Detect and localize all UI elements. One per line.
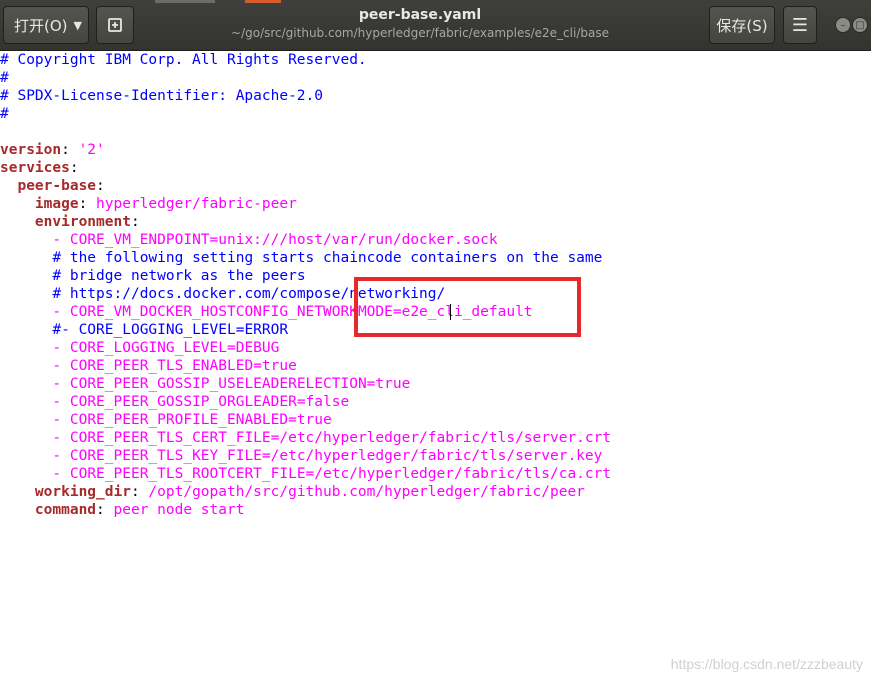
code-line: - CORE_VM_ENDPOINT=unix:///host/var/run/… [52, 232, 498, 248]
comment-text: # SPDX-License-Identifier: Apache-2.0 [0, 88, 324, 104]
yaml-list-item: CORE_PEER_PROFILE_ENABLED=true [69, 412, 332, 428]
code-line: - CORE_VM_DOCKER_HOSTCONFIG_NETWORKMODE=… [52, 304, 533, 320]
header-bar: 打开(O) ▼ peer-base.yaml ~/go/src/github.c… [0, 0, 871, 51]
comment-text: #- CORE_LOGGING_LEVEL=ERROR [52, 322, 289, 338]
code-line: # the following setting starts chaincode… [0, 249, 871, 267]
code-line: - CORE_PEER_GOSSIP_USELEADERELECTION=tru… [52, 376, 411, 392]
code-line: - CORE_PEER_PROFILE_ENABLED=true [52, 412, 332, 428]
yaml-list-item: CORE_PEER_TLS_ROOTCERT_FILE=/etc/hyperle… [69, 466, 612, 482]
yaml-list-item: CORE_PEER_TLS_KEY_FILE=/etc/hyperledger/… [69, 448, 603, 464]
code-line: - CORE_LOGGING_LEVEL=DEBUG [52, 340, 280, 356]
new-document-button[interactable] [96, 6, 134, 44]
yaml-key: peer-base [17, 178, 97, 194]
code-line: - CORE_PEER_GOSSIP_ORGLEADER=false [52, 394, 350, 410]
save-button[interactable]: 保存(S) [709, 6, 775, 44]
editor-text-area[interactable]: # Copyright IBM Corp. All Rights Reserve… [0, 51, 871, 519]
background-strip-accent [245, 0, 281, 3]
code-line: # [0, 105, 871, 123]
yaml-list-item: CORE_PEER_TLS_CERT_FILE=/etc/hyperledger… [69, 430, 612, 446]
yaml-list-item: CORE_VM_ENDPOINT=unix:///host/var/run/do… [69, 232, 498, 248]
code-line: - CORE_PEER_TLS_CERT_FILE=/etc/hyperledg… [52, 430, 612, 446]
code-line: version: '2' [0, 142, 105, 158]
yaml-list-item: CORE_PEER_GOSSIP_USELEADERELECTION=true [69, 376, 411, 392]
code-line: - CORE_PEER_TLS_ROOTCERT_FILE=/etc/hyper… [52, 466, 612, 482]
yaml-list-item: CORE_VM_DOCKER_HOSTCONFIG_NETWORKMODE=e2… [69, 304, 533, 320]
code-line: - CORE_PEER_TLS_ENABLED=true [52, 358, 297, 374]
hamburger-menu-icon: ☰ [791, 14, 809, 36]
comment-text: # the following setting starts chaincode… [52, 250, 603, 266]
yaml-value: /opt/gopath/src/github.com/hyperledger/f… [148, 484, 585, 500]
open-button[interactable]: 打开(O) ▼ [3, 6, 89, 44]
yaml-list-item: CORE_LOGGING_LEVEL=DEBUG [69, 340, 280, 356]
document-title: peer-base.yaml [358, 7, 482, 23]
code-line: peer-base: [17, 178, 105, 194]
yaml-key: version [0, 142, 62, 158]
code-line: environment: [34, 214, 140, 230]
save-button-label: 保存(S) [716, 16, 768, 35]
code-line: image: hyperledger/fabric-peer [34, 196, 297, 212]
yaml-value: '2' [78, 142, 105, 158]
yaml-list-item: CORE_PEER_GOSSIP_ORGLEADER=false [69, 394, 350, 410]
document-path: ~/go/src/github.com/hyperledger/fabric/e… [231, 26, 609, 40]
comment-text: # [0, 106, 9, 122]
open-button-label: 打开(O) [14, 16, 68, 35]
yaml-list-item: CORE_PEER_TLS_ENABLED=true [69, 358, 297, 374]
chevron-down-icon: ▼ [73, 18, 82, 32]
code-line: working_dir: /opt/gopath/src/github.com/… [34, 484, 585, 500]
yaml-key: environment [34, 214, 131, 230]
comment-text: # bridge network as the peers [52, 268, 306, 284]
code-line: - CORE_PEER_TLS_KEY_FILE=/etc/hyperledge… [52, 448, 603, 464]
code-line: services: [0, 160, 79, 176]
code-line: command: peer node start [34, 502, 245, 518]
yaml-key: services [0, 160, 70, 176]
yaml-key: image [34, 196, 79, 212]
watermark: https://blog.csdn.net/zzzbeauty [670, 656, 863, 672]
yaml-key: working_dir [34, 484, 131, 500]
code-line: # bridge network as the peers [0, 267, 871, 285]
yaml-value: hyperledger/fabric-peer [96, 196, 297, 212]
menu-button[interactable]: ☰ [783, 6, 817, 44]
code-line: #- CORE_LOGGING_LEVEL=ERROR [0, 321, 871, 339]
yaml-value: peer node start [113, 502, 245, 518]
comment-text: # Copyright IBM Corp. All Rights Reserve… [0, 52, 367, 68]
yaml-key: command [34, 502, 97, 518]
comment-text: # https://docs.docker.com/compose/networ… [52, 286, 446, 302]
window-title-area: peer-base.yaml ~/go/src/github.com/hyper… [150, 6, 690, 42]
comment-text: # [0, 70, 9, 86]
text-cursor [450, 304, 451, 320]
code-line: # SPDX-License-Identifier: Apache-2.0 [0, 87, 871, 105]
minimize-icon[interactable]: – [835, 17, 851, 33]
code-line: # https://docs.docker.com/compose/networ… [0, 285, 871, 303]
maximize-icon[interactable]: □ [852, 17, 868, 33]
code-line: # [0, 69, 871, 87]
background-strip [155, 0, 215, 3]
new-document-icon [108, 18, 122, 32]
code-line: # Copyright IBM Corp. All Rights Reserve… [0, 51, 871, 69]
